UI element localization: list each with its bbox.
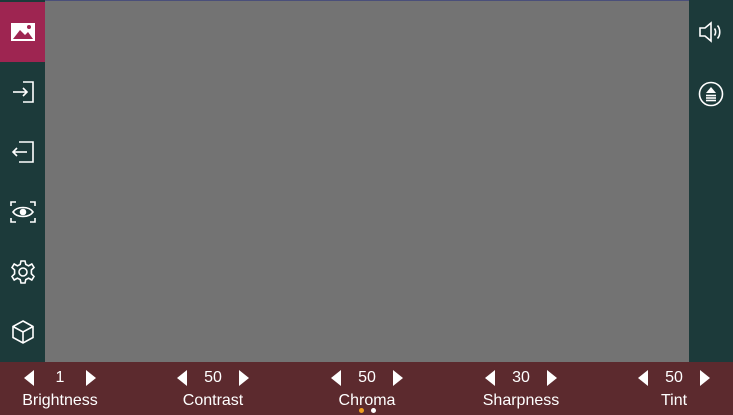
page-dot[interactable] (370, 408, 376, 413)
page-indicator (355, 408, 379, 414)
speaker-volume-icon (699, 21, 721, 43)
triangle-right-icon (86, 370, 96, 386)
brightness-control: 1 Brightness (0, 362, 120, 415)
contrast-decrease-button[interactable] (172, 368, 192, 388)
brightness-increase-button[interactable] (81, 368, 101, 388)
upload-button[interactable] (689, 64, 733, 124)
nav-3d-button[interactable] (0, 302, 45, 362)
nav-view-button[interactable] (0, 182, 45, 242)
tint-label: Tint (660, 392, 688, 409)
triangle-right-icon (700, 370, 710, 386)
sharpness-decrease-button[interactable] (480, 368, 500, 388)
page-dot-active[interactable] (358, 408, 364, 413)
triangle-left-icon (638, 370, 648, 386)
volume-button[interactable] (689, 2, 733, 62)
tint-value: 50 (665, 369, 683, 386)
brightness-decrease-button[interactable] (19, 368, 39, 388)
left-sidebar (0, 0, 45, 362)
triangle-right-icon (239, 370, 249, 386)
triangle-left-icon (331, 370, 341, 386)
sharpness-increase-button[interactable] (542, 368, 562, 388)
nav-settings-button[interactable] (0, 242, 45, 302)
nav-output-button[interactable] (0, 122, 45, 182)
nav-input-button[interactable] (0, 62, 45, 122)
triangle-left-icon (24, 370, 34, 386)
upload-circle-icon (698, 81, 724, 107)
output-icon (11, 141, 34, 163)
chroma-increase-button[interactable] (388, 368, 408, 388)
input-icon (12, 81, 34, 103)
settings-gear-icon (10, 260, 35, 284)
contrast-label: Contrast (182, 392, 244, 409)
preview-viewport[interactable] (45, 0, 689, 362)
triangle-right-icon (393, 370, 403, 386)
triangle-right-icon (547, 370, 557, 386)
tint-control: 50 Tint (614, 362, 733, 415)
chroma-decrease-button[interactable] (326, 368, 346, 388)
triangle-left-icon (485, 370, 495, 386)
tint-increase-button[interactable] (695, 368, 715, 388)
contrast-increase-button[interactable] (234, 368, 254, 388)
sharpness-value: 30 (512, 369, 530, 386)
tint-decrease-button[interactable] (633, 368, 653, 388)
brightness-label: Brightness (22, 392, 98, 409)
triangle-left-icon (177, 370, 187, 386)
view-scan-icon (9, 201, 36, 223)
3d-cube-icon (11, 320, 34, 344)
nav-image-button[interactable] (0, 2, 45, 62)
chroma-value: 50 (358, 369, 376, 386)
right-sidebar (689, 0, 733, 362)
brightness-value: 1 (55, 369, 65, 386)
sharpness-control: 30 Sharpness (461, 362, 581, 415)
image-icon (10, 23, 35, 41)
sharpness-label: Sharpness (482, 392, 560, 409)
contrast-control: 50 Contrast (153, 362, 273, 415)
contrast-value: 50 (204, 369, 222, 386)
